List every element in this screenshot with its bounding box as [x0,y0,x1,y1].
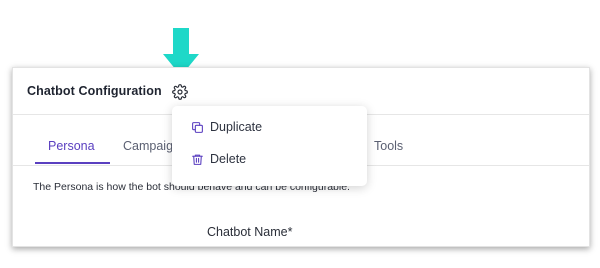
duplicate-menu-item[interactable]: Duplicate [172,112,367,142]
tab-tools[interactable]: Tools [374,139,403,153]
settings-dropdown-menu: Duplicate Delete [172,106,367,186]
delete-menu-item[interactable]: Delete [172,144,367,174]
delete-label: Delete [210,152,247,166]
gear-icon[interactable] [171,83,189,101]
page-title: Chatbot Configuration [27,84,162,98]
duplicate-label: Duplicate [210,120,263,134]
tab-persona[interactable]: Persona [48,139,95,153]
chatbot-name-label: Chatbot Name* [207,225,293,239]
trash-icon [190,152,204,166]
tab-campaign[interactable]: Campaig [123,139,173,153]
copy-icon [190,120,204,134]
active-tab-indicator [35,162,110,164]
